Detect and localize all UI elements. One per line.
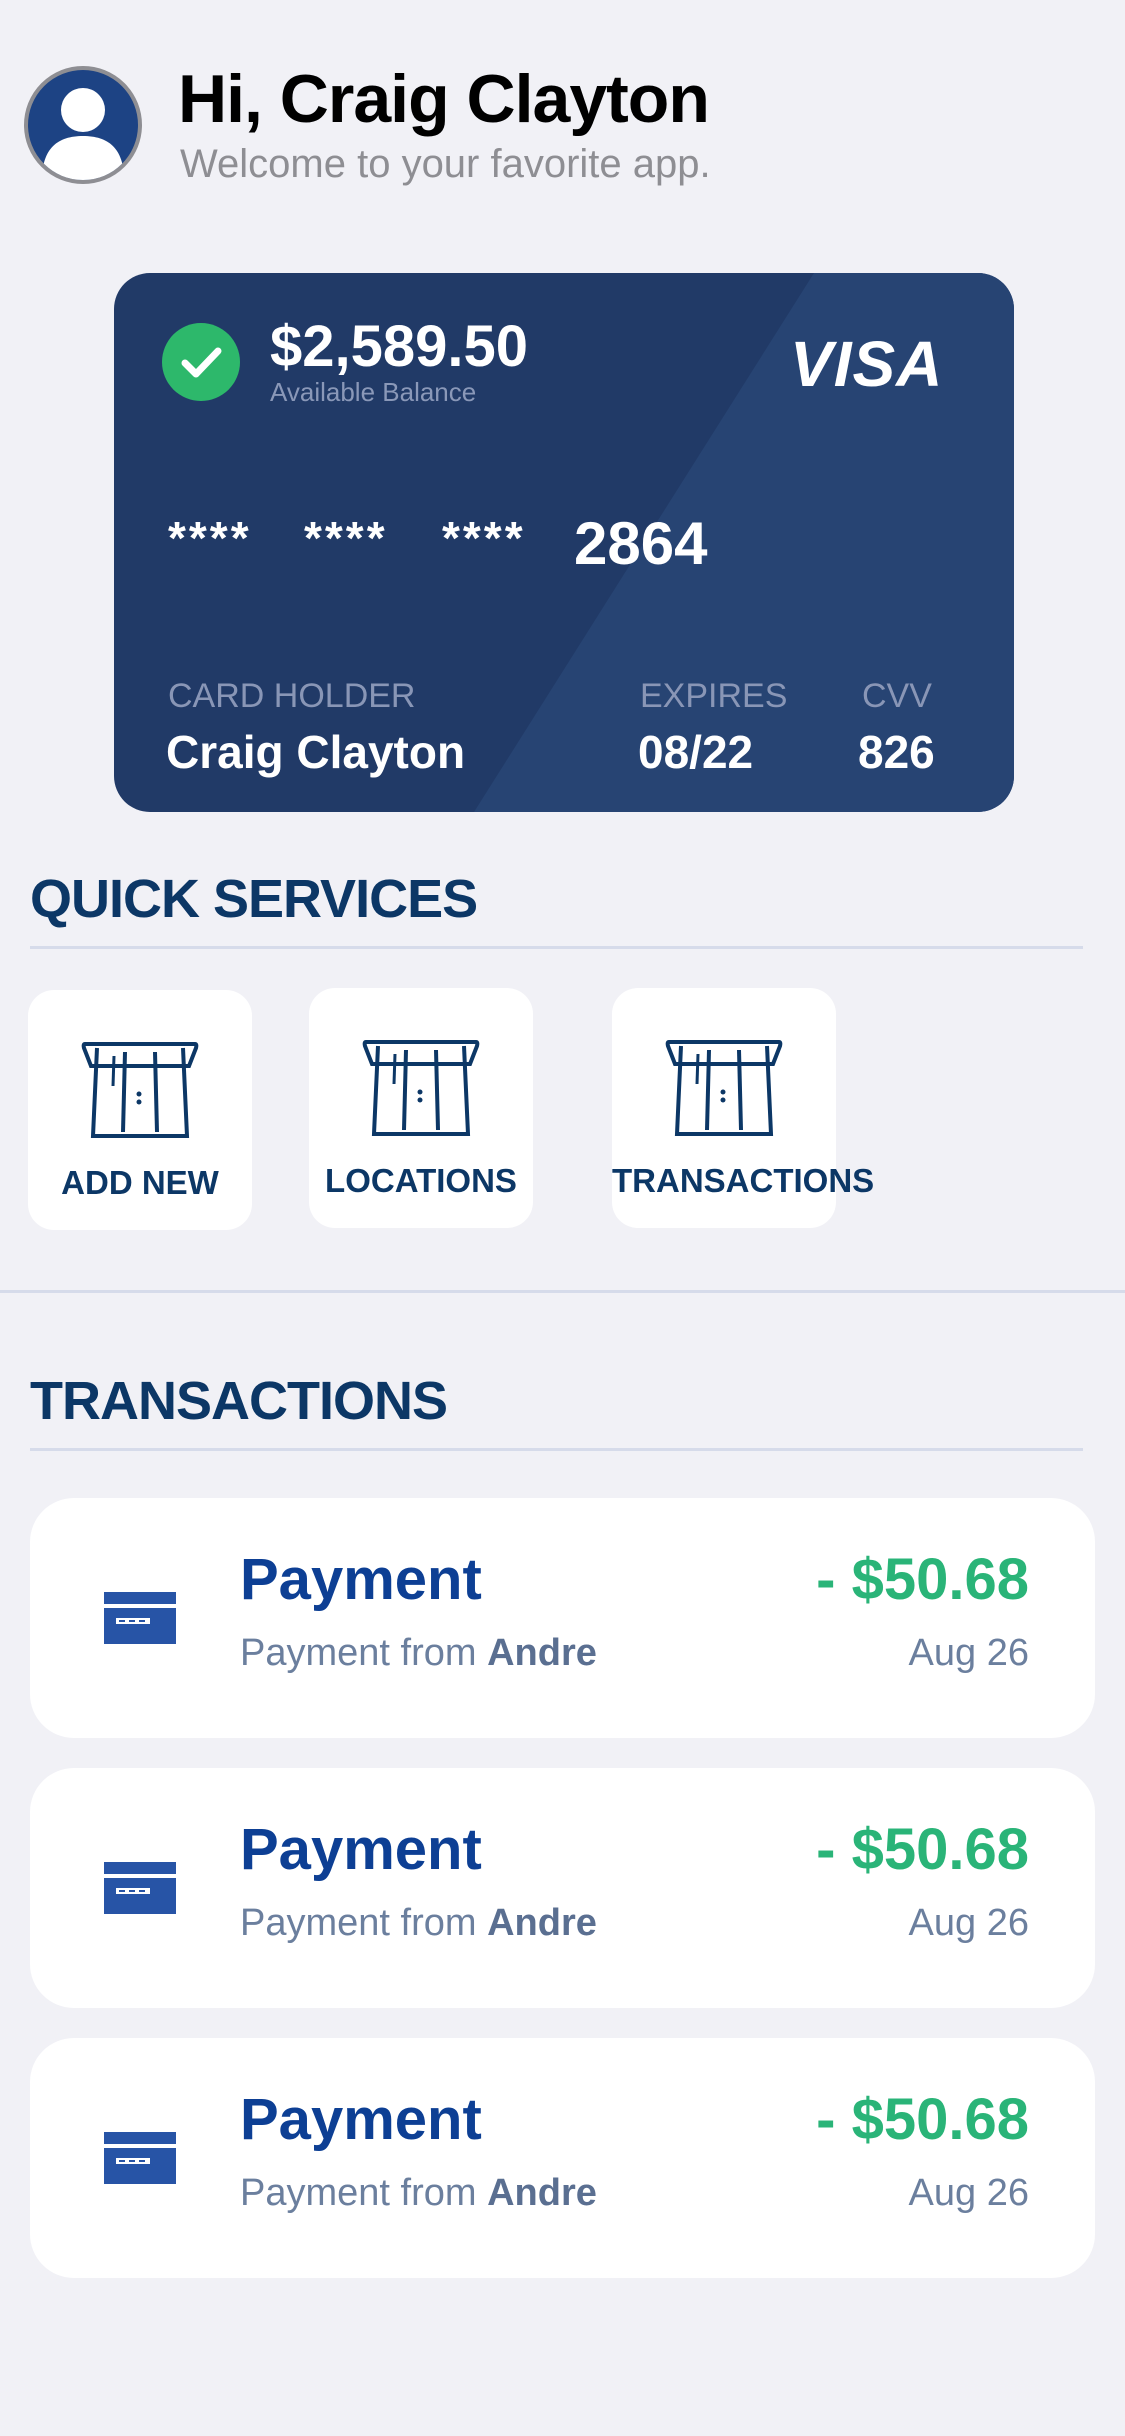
balance-label: Available Balance [270, 377, 477, 407]
transaction-subtitle: Payment from Andre [240, 1632, 597, 1674]
section-divider [30, 946, 1083, 949]
transaction-title: Payment [240, 1547, 482, 1612]
service-locations[interactable]: LOCATIONS [309, 988, 533, 1228]
service-transactions[interactable]: TRANSACTIONS [612, 988, 875, 1228]
credit-card-icon [104, 2132, 176, 2184]
transaction-title: Payment [240, 2087, 482, 2152]
credit-card-icon [104, 1592, 176, 1644]
section-divider [30, 1448, 1083, 1451]
expires-label: EXPIRES [640, 677, 788, 715]
transaction-sender: Andre [487, 1632, 597, 1674]
transaction-date: Aug 26 [908, 1902, 1029, 1944]
service-label: LOCATIONS [325, 1162, 517, 1199]
transaction-row[interactable]: Payment Payment from Andre - $50.68 Aug … [30, 1498, 1095, 1738]
transaction-sender: Andre [487, 2172, 597, 2214]
transaction-title: Payment [240, 1817, 482, 1882]
service-add-new[interactable]: ADD NEW [28, 990, 252, 1230]
credit-card[interactable]: $2,589.50 Available Balance VISA **** **… [114, 273, 1014, 812]
service-label: ADD NEW [61, 1164, 219, 1201]
transaction-amount: - $50.68 [816, 1547, 1029, 1612]
card-slot-icon [81, 1042, 199, 1138]
transaction-subtitle: Payment from Andre [240, 1902, 597, 1944]
card-number-mask: **** [442, 512, 526, 564]
transaction-sender: Andre [487, 1902, 597, 1944]
visa-logo: VISA [790, 328, 944, 400]
transaction-date: Aug 26 [908, 2172, 1029, 2214]
expires-value: 08/22 [638, 726, 754, 778]
quick-services-title: QUICK SERVICES [30, 869, 478, 929]
card-balance: $2,589.50 [270, 314, 529, 379]
transactions-title: TRANSACTIONS [30, 1371, 448, 1431]
card-number-mask: **** [304, 512, 388, 564]
transaction-subtitle: Payment from Andre [240, 2172, 597, 2214]
greeting-title: Hi, Craig Clayton [178, 61, 710, 137]
user-silhouette-icon [42, 88, 124, 180]
card-holder-label: CARD HOLDER [168, 677, 416, 715]
verified-check-icon [162, 323, 240, 401]
credit-card-icon [104, 1862, 176, 1914]
greeting-subtitle: Welcome to your favorite app. [180, 142, 711, 186]
transaction-amount: - $50.68 [816, 1817, 1029, 1882]
avatar[interactable] [24, 66, 142, 184]
cvv-value: 826 [858, 726, 935, 778]
card-number-mask: **** [168, 512, 252, 564]
cvv-label: CVV [862, 677, 932, 715]
card-last4: 2864 [574, 510, 708, 577]
card-slot-icon [362, 1040, 480, 1136]
full-width-divider [0, 1290, 1125, 1293]
card-holder-name: Craig Clayton [166, 726, 466, 778]
card-slot-icon [665, 1040, 783, 1136]
transaction-date: Aug 26 [908, 1632, 1029, 1674]
transaction-row[interactable]: Payment Payment from Andre - $50.68 Aug … [30, 1768, 1095, 2008]
transaction-amount: - $50.68 [816, 2087, 1029, 2152]
transaction-row[interactable]: Payment Payment from Andre - $50.68 Aug … [30, 2038, 1095, 2278]
service-label: TRANSACTIONS [612, 1162, 875, 1199]
